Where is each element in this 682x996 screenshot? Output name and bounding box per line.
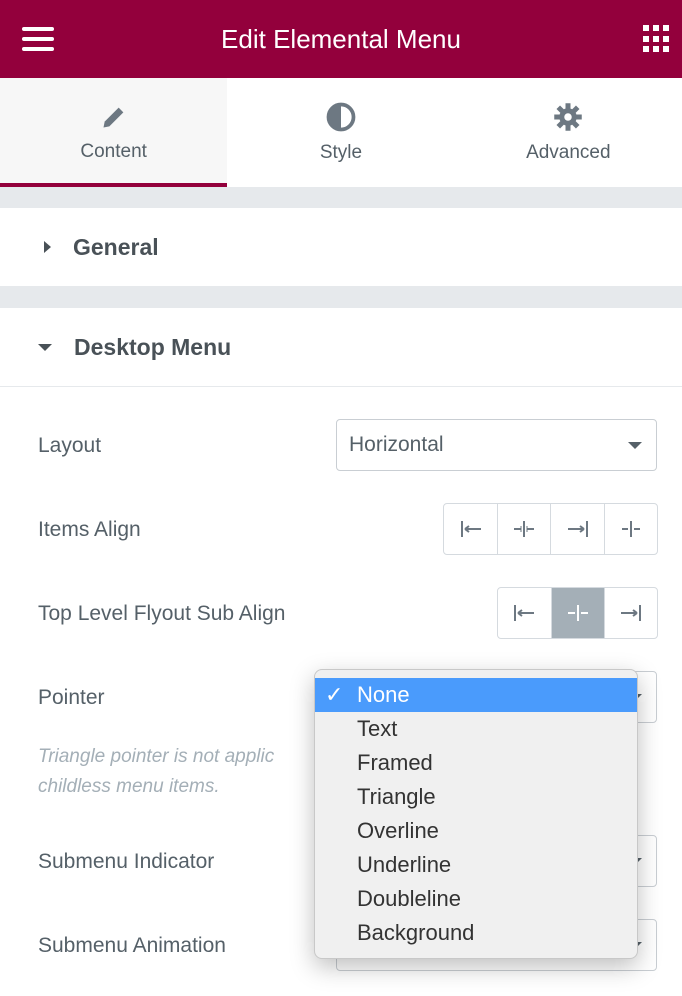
align-center-button[interactable]	[497, 504, 550, 554]
select-value: Horizontal	[349, 433, 444, 456]
option-background[interactable]: Background	[315, 916, 637, 950]
note-line: childless menu items.	[38, 776, 220, 797]
section-desktop-menu[interactable]: Desktop Menu	[0, 308, 682, 387]
pointer-note: Triangle pointer is not applic childless …	[38, 742, 338, 802]
half-circle-icon	[326, 102, 356, 131]
page-title: Edit Elemental Menu	[221, 23, 461, 54]
submenu-indicator-label: Submenu Indicator	[38, 850, 215, 873]
caret-right-icon	[44, 241, 51, 253]
align-justify-button[interactable]	[603, 504, 657, 554]
tabs: Content Style Advanced	[0, 78, 682, 187]
hamburger-icon[interactable]	[22, 27, 54, 51]
section-title: General	[73, 233, 159, 260]
option-doubleline[interactable]: Doubleline	[315, 882, 637, 916]
align-left-icon	[460, 521, 481, 537]
section-general[interactable]: General	[0, 208, 682, 286]
chevron-down-icon	[628, 442, 642, 449]
align-left-button[interactable]	[498, 588, 551, 638]
section-title: Desktop Menu	[74, 333, 232, 360]
caret-down-icon	[38, 343, 52, 351]
option-text[interactable]: Text	[315, 712, 637, 746]
align-center-button[interactable]	[550, 588, 604, 638]
option-triangle[interactable]: Triangle	[315, 780, 637, 814]
align-left-icon	[514, 605, 535, 621]
check-icon: ✓	[325, 682, 344, 707]
align-right-icon	[567, 521, 588, 537]
align-justify-icon	[621, 521, 640, 537]
align-right-icon	[620, 605, 641, 621]
align-center-icon	[567, 605, 588, 621]
align-left-button[interactable]	[444, 504, 497, 554]
tab-content[interactable]: Content	[0, 78, 228, 187]
layout-select[interactable]: Horizontal	[336, 419, 657, 471]
tab-label: Advanced	[526, 141, 611, 163]
divider	[0, 286, 682, 308]
align-center-icon	[514, 521, 535, 537]
items-align-buttons	[443, 503, 658, 555]
submenu-animation-label: Submenu Animation	[38, 934, 226, 957]
pencil-icon	[103, 107, 123, 127]
option-framed[interactable]: Framed	[315, 746, 637, 780]
grid-icon[interactable]	[643, 25, 671, 53]
align-right-button[interactable]	[603, 588, 657, 638]
divider	[0, 187, 682, 208]
align-right-button[interactable]	[550, 504, 603, 554]
layout-label: Layout	[38, 434, 102, 457]
tab-style[interactable]: Style	[227, 78, 454, 187]
flyout-align-label: Top Level Flyout Sub Align	[38, 602, 286, 625]
option-label: None	[357, 682, 410, 707]
items-align-label: Items Align	[38, 518, 141, 541]
pointer-dropdown: ✓ None Text Framed Triangle Overline Unde…	[314, 669, 638, 959]
option-underline[interactable]: Underline	[315, 848, 637, 882]
gear-icon	[554, 102, 583, 131]
tab-advanced[interactable]: Advanced	[455, 78, 682, 187]
option-none[interactable]: ✓ None	[315, 678, 637, 712]
option-overline[interactable]: Overline	[315, 814, 637, 848]
flyout-align-buttons	[497, 587, 658, 639]
tab-label: Style	[319, 141, 363, 163]
pointer-label: Pointer	[38, 686, 105, 709]
tab-label: Content	[80, 140, 147, 162]
note-line: Triangle pointer is not applic	[38, 746, 275, 767]
header: Edit Elemental Menu	[0, 0, 682, 78]
